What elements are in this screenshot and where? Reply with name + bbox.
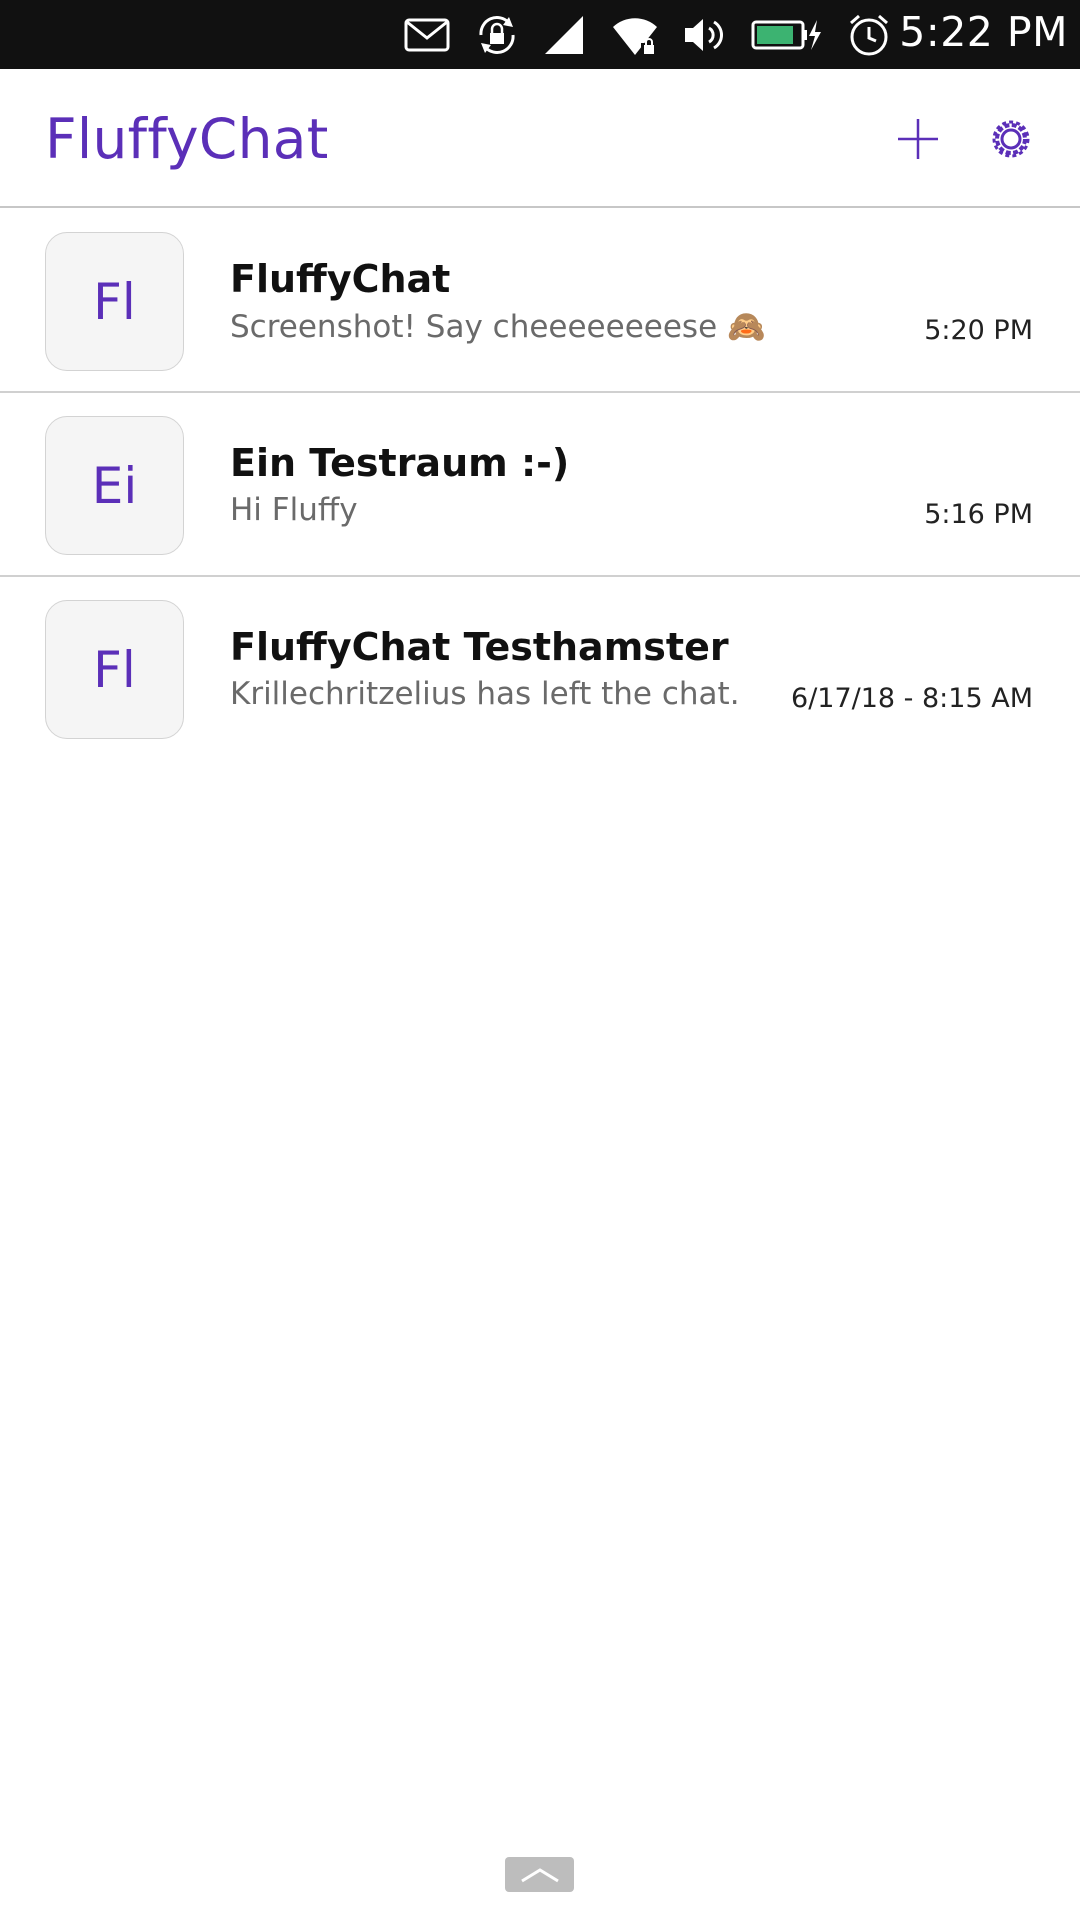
chat-name: FluffyChat: [230, 257, 451, 301]
avatar: Ei: [45, 416, 184, 555]
volume-icon: [683, 10, 727, 60]
status-bar: 5:22 PM: [0, 0, 1080, 69]
add-chat-button[interactable]: [890, 111, 946, 167]
avatar: Fl: [45, 600, 184, 739]
alarm-icon: [846, 10, 892, 60]
chat-time: 5:20 PM: [924, 315, 1033, 346]
chat-preview: Screenshot! Say cheeeeeeeese 🙈: [230, 309, 766, 345]
chat-name: FluffyChat Testhamster: [230, 625, 729, 669]
chat-time: 6/17/18 - 8:15 AM: [791, 683, 1033, 714]
chat-preview: Krillechritzelius has left the chat.: [230, 676, 740, 712]
avatar: Fl: [45, 232, 184, 371]
battery-charging-icon: [750, 10, 824, 60]
mail-icon: [403, 10, 451, 60]
bottom-edge-handle[interactable]: [505, 1857, 574, 1892]
status-time: 5:22 PM: [899, 8, 1068, 56]
chat-name: Ein Testraum :-): [230, 441, 570, 485]
cellular-signal-icon: [542, 10, 586, 60]
page-title: FluffyChat: [45, 107, 329, 171]
chat-list-item[interactable]: Fl FluffyChat Testhamster Krillechritzel…: [0, 577, 1080, 761]
chat-time: 5:16 PM: [924, 499, 1033, 530]
chat-list: Fl FluffyChat Screenshot! Say cheeeeeeee…: [0, 209, 1080, 761]
add-icon: [898, 119, 938, 159]
settings-button[interactable]: [983, 111, 1039, 167]
chat-preview: Hi Fluffy: [230, 492, 358, 528]
settings-icon: [992, 120, 1030, 158]
wifi-icon: [610, 10, 660, 60]
app-header: FluffyChat: [0, 69, 1080, 208]
chevron-up-icon: [520, 1867, 559, 1882]
chat-list-item[interactable]: Ei Ein Testraum :-) Hi Fluffy 5:16 PM: [0, 393, 1080, 577]
rotation-lock-icon: [472, 10, 522, 60]
chat-list-item[interactable]: Fl FluffyChat Screenshot! Say cheeeeeeee…: [0, 209, 1080, 393]
